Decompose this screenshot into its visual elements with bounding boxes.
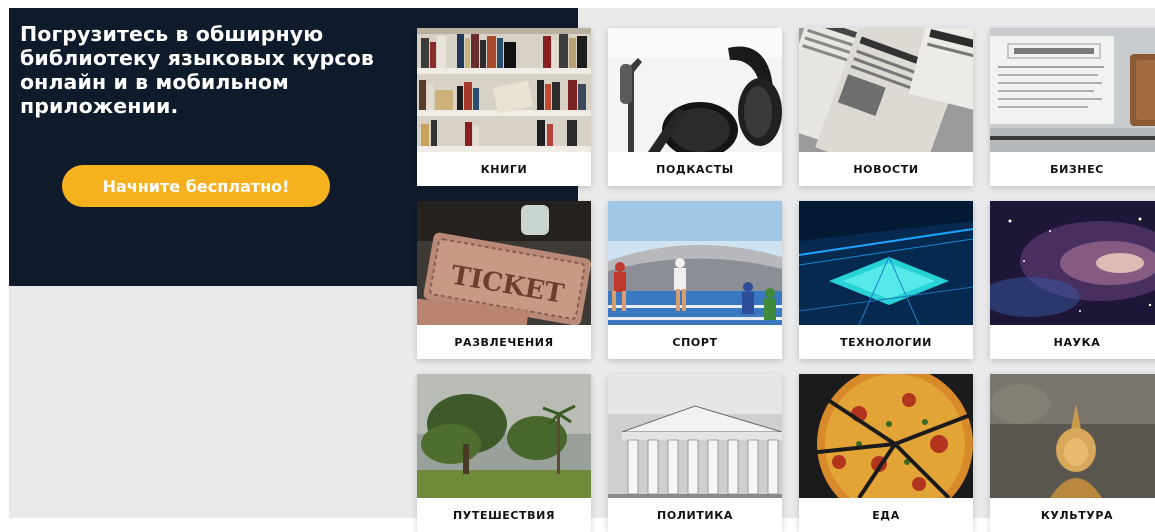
- category-card-podcasts[interactable]: ПОДКАСТЫ: [608, 28, 782, 186]
- category-card-business[interactable]: БИЗНЕС: [990, 28, 1155, 186]
- category-label-politics: ПОЛИТИКА: [657, 508, 733, 522]
- pizza-icon: [799, 374, 973, 498]
- galaxy-icon: [990, 201, 1155, 325]
- category-label-science: НАУКА: [1053, 335, 1101, 349]
- category-card-travel[interactable]: ПУТЕШЕСТВИЯ: [417, 374, 591, 532]
- buddha-statue-icon: [990, 374, 1155, 498]
- category-card-politics[interactable]: ПОЛИТИКА: [608, 374, 782, 532]
- business-newspaper-icon: [990, 28, 1155, 152]
- category-card-science[interactable]: НАУКА: [990, 201, 1155, 359]
- category-label-news: НОВОСТИ: [853, 162, 919, 176]
- category-label-food: ЕДА: [872, 508, 900, 522]
- start-free-button[interactable]: Начните бесплатно!: [62, 165, 330, 207]
- category-label-technology: ТЕХНОЛОГИИ: [840, 335, 932, 349]
- hero-title: Погрузитесь в обширную библиотеку языков…: [20, 22, 374, 118]
- category-card-news[interactable]: НОВОСТИ: [799, 28, 973, 186]
- category-card-books[interactable]: КНИГИ: [417, 28, 591, 186]
- ticket-icon: TICKET: [417, 201, 591, 325]
- category-label-podcasts: ПОДКАСТЫ: [656, 162, 734, 176]
- bookshelf-icon: [417, 28, 591, 152]
- category-label-culture: КУЛЬТУРА: [1040, 508, 1114, 522]
- newspapers-icon: [799, 28, 973, 152]
- category-label-business: БИЗНЕС: [1050, 162, 1104, 176]
- category-label-sport: СПОРТ: [672, 335, 718, 349]
- tech-grid-icon: [799, 201, 973, 325]
- parthenon-icon: [608, 374, 782, 498]
- category-card-entertainment[interactable]: TICKET РАЗВЛЕЧЕНИЯ: [417, 201, 591, 359]
- category-card-food[interactable]: ЕДА: [799, 374, 973, 532]
- category-label-travel: ПУТЕШЕСТВИЯ: [452, 508, 556, 522]
- category-label-books: КНИГИ: [480, 162, 528, 176]
- category-label-entertainment: РАЗВЛЕЧЕНИЯ: [454, 335, 554, 349]
- sprinters-stadium-icon: [608, 201, 782, 325]
- tropical-trees-icon: [417, 374, 591, 498]
- category-card-culture[interactable]: КУЛЬТУРА: [990, 374, 1155, 532]
- category-card-technology[interactable]: ТЕХНОЛОГИИ: [799, 201, 973, 359]
- microphone-headphones-icon: [608, 28, 782, 152]
- category-card-sport[interactable]: СПОРТ: [608, 201, 782, 359]
